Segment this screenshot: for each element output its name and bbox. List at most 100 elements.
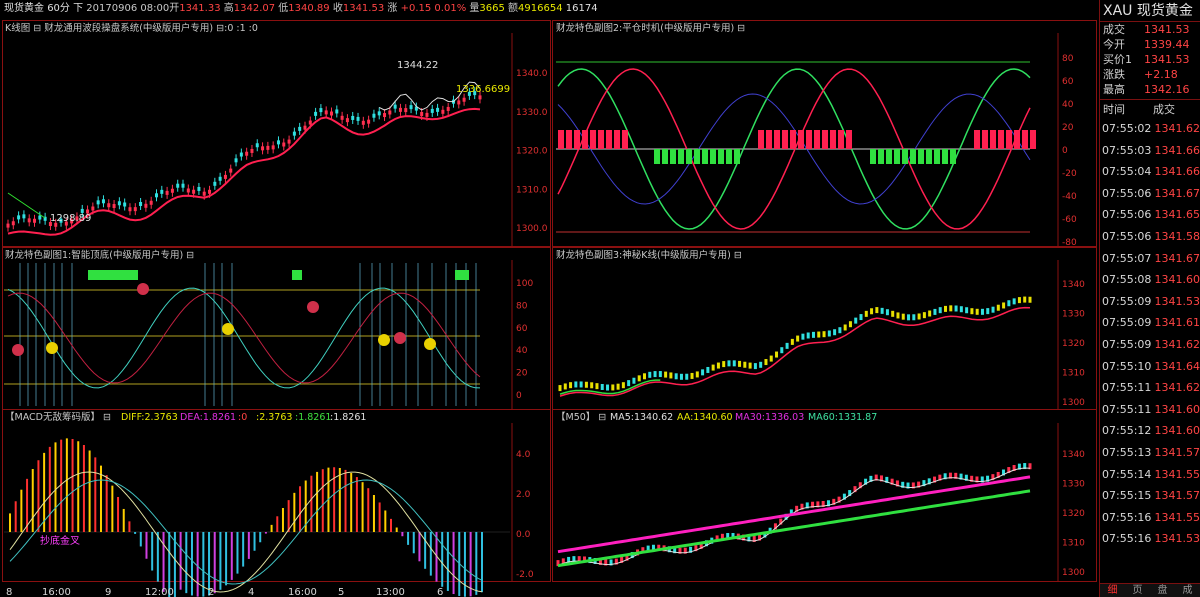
high-value: 1342.07 <box>233 3 276 14</box>
y-tick-label: 1300 <box>1062 398 1085 408</box>
chart-area[interactable]: K线图 ⊟ 财龙通用波段操盘系统(中级版用户专用) ⊟:0 :1 :0 财龙特色… <box>0 18 1098 597</box>
mystic-panel[interactable] <box>552 247 1097 410</box>
y-tick-label: 2.0 <box>516 490 531 500</box>
y-tick-label: 1330 <box>1062 310 1085 320</box>
candle-body <box>186 188 190 193</box>
trade-row[interactable]: 07:55:13 1341.57 <box>1100 442 1200 464</box>
candle-body <box>430 108 434 113</box>
candle-body <box>1028 296 1032 303</box>
candle-body <box>340 115 344 120</box>
series-line <box>559 306 1031 397</box>
candle-body <box>303 125 307 130</box>
trade-row[interactable]: 07:55:06 1341.65 <box>1100 204 1200 226</box>
trade-row[interactable]: 07:55:16 1341.55 <box>1100 507 1200 529</box>
y-tick-label: 60 <box>516 324 528 334</box>
candle-body <box>144 203 148 208</box>
candle-body <box>611 384 615 391</box>
candle-body <box>980 308 984 315</box>
trade-row[interactable]: 07:55:09 1341.62 <box>1100 334 1200 356</box>
candle-body <box>160 189 164 194</box>
tab-trades[interactable]: 成 <box>1175 584 1200 597</box>
candle-body <box>669 372 673 379</box>
candle-body <box>441 109 445 114</box>
candle-body <box>356 116 360 121</box>
quote-row: 成交 1341.53 <box>1103 23 1190 36</box>
candle-body <box>838 327 842 334</box>
tab-book[interactable]: 盘 <box>1150 584 1175 597</box>
signal-bar <box>1006 130 1012 149</box>
change-pct: 0.01% <box>434 3 467 14</box>
candle-body <box>701 369 705 376</box>
signal-bar <box>702 149 708 164</box>
candle-body <box>658 371 662 378</box>
candle-body <box>38 215 42 220</box>
tab-page[interactable]: 页 <box>1125 584 1150 597</box>
macd-dea: DEA:1.8261 <box>180 412 236 423</box>
x-tick-label: 12:00 <box>145 587 174 597</box>
trade-row[interactable]: 07:55:11 1341.60 <box>1100 399 1200 421</box>
signal-bar <box>990 130 996 149</box>
x-tick-label: 2 <box>208 587 214 597</box>
candle-body <box>255 143 259 148</box>
signal-bar <box>678 149 684 164</box>
trade-row[interactable]: 07:55:02 1341.62 <box>1100 118 1200 140</box>
candle-body <box>462 97 466 102</box>
trade-row[interactable]: 07:55:09 1341.61 <box>1100 312 1200 334</box>
aa-value: AA:1340.60 <box>677 412 733 423</box>
trade-row[interactable]: 07:55:15 1341.57 <box>1100 485 1200 507</box>
signal-bar <box>758 130 764 149</box>
ma30-value: MA30:1336.03 <box>735 412 804 423</box>
y-tick-label: 20 <box>516 369 528 379</box>
candle-body <box>91 206 95 211</box>
candle-body <box>928 310 932 317</box>
y-tick-label: 1330 <box>1062 480 1085 490</box>
trade-row[interactable]: 07:55:09 1341.53 <box>1100 291 1200 313</box>
y-tick-label: 1320 <box>1062 339 1085 349</box>
trade-row[interactable]: 07:55:07 1341.67 <box>1100 248 1200 270</box>
signal-bar <box>798 130 804 149</box>
y-tick-label: 80 <box>1062 54 1074 64</box>
signal-dot <box>222 323 234 335</box>
signal-bar <box>1030 130 1036 149</box>
candle-body <box>859 314 863 321</box>
candle-body <box>298 126 302 131</box>
signal-bar <box>942 149 948 164</box>
candle-body <box>261 146 265 151</box>
y-tick-label: 0 <box>1062 146 1068 156</box>
candle-body <box>107 203 111 208</box>
tab-detail[interactable]: 细 <box>1100 584 1125 597</box>
trade-row[interactable]: 07:55:03 1341.66 <box>1100 140 1200 162</box>
x-tick-label: 16:00 <box>288 587 317 597</box>
trade-row[interactable]: 07:55:12 1341.60 <box>1100 420 1200 442</box>
svg-text::1.8261: :1.8261 <box>330 412 366 423</box>
y-tick-label: 1340.0 <box>516 69 548 79</box>
close-value: 1341.53 <box>342 3 385 14</box>
ma-title: 【M50】 ⊟ <box>556 412 606 423</box>
trade-row[interactable]: 07:55:11 1341.62 <box>1100 377 1200 399</box>
trade-row[interactable]: 07:55:04 1341.66 <box>1100 161 1200 183</box>
signal-bar <box>622 130 628 149</box>
candle-body <box>383 113 387 118</box>
y-tick-label: 0 <box>516 391 522 401</box>
trade-row[interactable]: 07:55:06 1341.67 <box>1100 183 1200 205</box>
trade-row[interactable]: 07:55:06 1341.58 <box>1100 226 1200 248</box>
trade-row[interactable]: 07:55:14 1341.55 <box>1100 464 1200 486</box>
candle-body <box>854 317 858 324</box>
signal-bar <box>710 149 716 164</box>
x-tick-label: 9 <box>105 587 111 597</box>
candle-body <box>569 382 573 389</box>
candle-body <box>870 308 874 315</box>
trade-row[interactable]: 07:55:08 1341.60 <box>1100 269 1200 291</box>
candle-body <box>176 183 180 188</box>
candle-body <box>748 362 752 369</box>
candle-body <box>17 215 21 220</box>
symbol-code: XAU <box>1103 3 1133 19</box>
trade-row[interactable]: 07:55:10 1341.64 <box>1100 356 1200 378</box>
trade-row[interactable]: 07:55:16 1341.53 <box>1100 528 1200 550</box>
y-tick-label: 100 <box>516 279 533 289</box>
candle-body <box>922 312 926 319</box>
trade-list[interactable]: 07:55:02 1341.62 07:55:03 1341.66 07:55:04 13… <box>1100 118 1200 550</box>
y-tick-label: 1310 <box>1062 539 1085 549</box>
period-label[interactable]: 60分 <box>47 3 70 14</box>
candle-body <box>848 321 852 328</box>
